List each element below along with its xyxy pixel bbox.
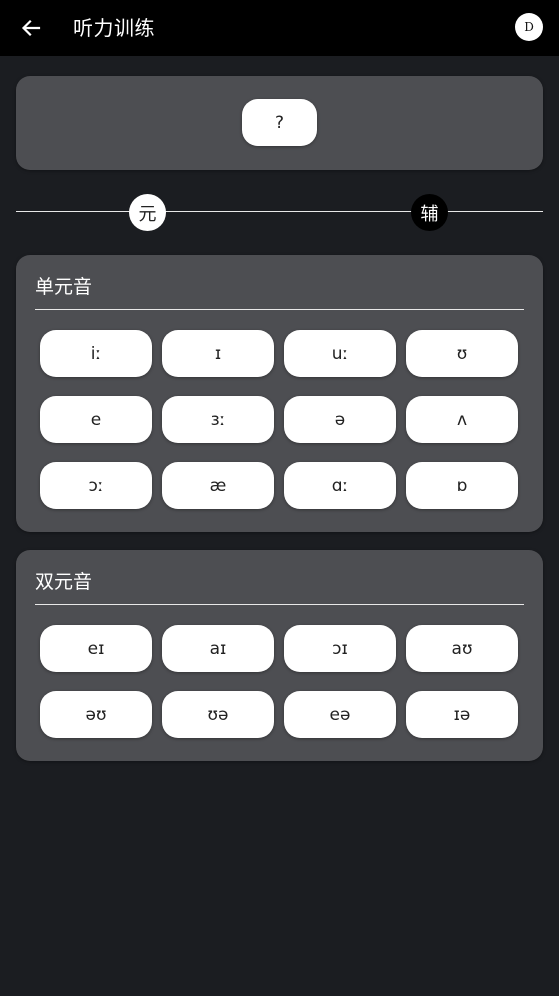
consonant-mode-toggle[interactable]: 辅 xyxy=(411,194,448,231)
avatar[interactable]: D xyxy=(515,13,543,41)
play-question-button[interactable]: ? xyxy=(242,99,317,146)
section-title: 单元音 xyxy=(35,276,93,298)
phoneme-button[interactable]: ɒ xyxy=(406,462,518,509)
phoneme-button[interactable]: ʊə xyxy=(162,691,274,738)
phoneme-button[interactable]: æ xyxy=(162,462,274,509)
phoneme-button[interactable]: eə xyxy=(284,691,396,738)
back-button[interactable] xyxy=(15,12,47,44)
phoneme-button[interactable]: ʌ xyxy=(406,396,518,443)
divider xyxy=(35,309,524,310)
phoneme-button[interactable]: ɔː xyxy=(40,462,152,509)
phoneme-button[interactable]: ɪə xyxy=(406,691,518,738)
mode-switch-track xyxy=(16,211,543,212)
phoneme-button[interactable]: ɔɪ xyxy=(284,625,396,672)
vowel-mode-toggle[interactable]: 元 xyxy=(129,194,166,231)
phoneme-button[interactable]: aʊ xyxy=(406,625,518,672)
phoneme-grid: eɪ aɪ ɔɪ aʊ əʊ ʊə eə ɪə xyxy=(40,625,518,738)
arrow-left-icon xyxy=(21,19,41,37)
diphthong-section: 双元音 eɪ aɪ ɔɪ aʊ əʊ ʊə eə ɪə xyxy=(16,550,543,761)
phoneme-button[interactable]: iː xyxy=(40,330,152,377)
app-bar: 听力训练 D xyxy=(0,0,559,56)
section-title: 双元音 xyxy=(35,571,93,593)
phoneme-button[interactable]: ʊ xyxy=(406,330,518,377)
phoneme-button[interactable]: ə xyxy=(284,396,396,443)
phoneme-button[interactable]: e xyxy=(40,396,152,443)
phoneme-button[interactable]: uː xyxy=(284,330,396,377)
phoneme-button[interactable]: ɜː xyxy=(162,396,274,443)
monophthong-section: 单元音 iː ɪ uː ʊ e ɜː ə ʌ ɔː æ ɑː ɒ xyxy=(16,255,543,532)
phoneme-button[interactable]: ɑː xyxy=(284,462,396,509)
phoneme-button[interactable]: aɪ xyxy=(162,625,274,672)
phoneme-button[interactable]: əʊ xyxy=(40,691,152,738)
page-title: 听力训练 xyxy=(73,16,155,40)
phoneme-button[interactable]: eɪ xyxy=(40,625,152,672)
phoneme-grid: iː ɪ uː ʊ e ɜː ə ʌ ɔː æ ɑː ɒ xyxy=(40,330,518,509)
question-card: ? xyxy=(16,76,543,170)
phoneme-button[interactable]: ɪ xyxy=(162,330,274,377)
divider xyxy=(35,604,524,605)
